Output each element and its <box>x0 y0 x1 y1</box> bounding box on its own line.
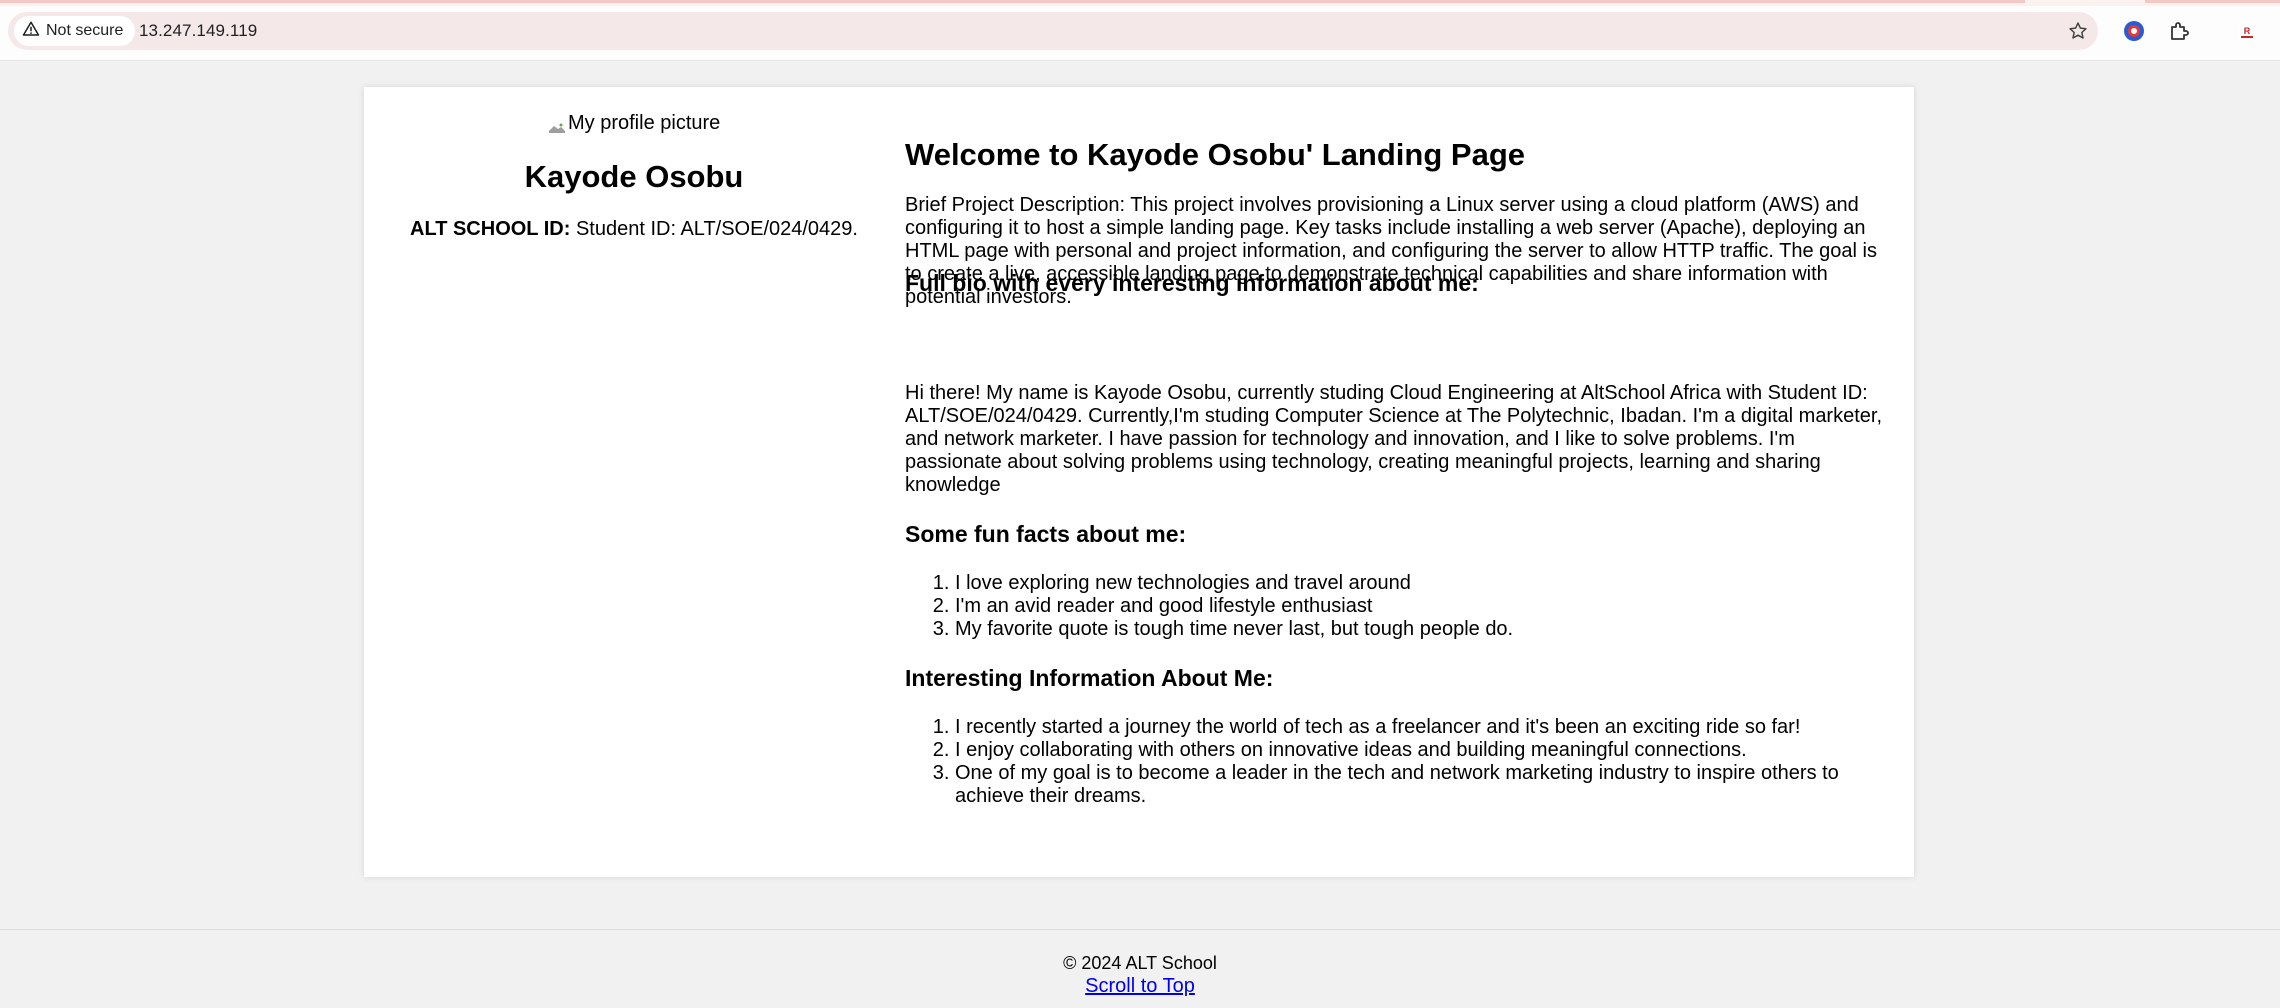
footer-scroll: Scroll to Top <box>0 975 2280 998</box>
info-heading: Interesting Information About Me: <box>905 665 1274 691</box>
list-item: My favorite quote is tough time never la… <box>955 618 1895 641</box>
url-text[interactable]: 13.247.149.119 <box>139 21 257 41</box>
profile-picture: My profile picture <box>548 111 720 135</box>
extension-globe-icon[interactable] <box>2121 18 2147 44</box>
list-item: I enjoy collaborating with others on inn… <box>955 739 1895 762</box>
bio-text: Hi there! My name is Kayode Osobu, curre… <box>905 382 1883 496</box>
facts-heading: Some fun facts about me: <box>905 521 1187 547</box>
scroll-to-top-link[interactable]: Scroll to Top <box>1085 975 1195 997</box>
security-label: Not secure <box>46 22 124 39</box>
student-id-value: Student ID: ALT/SOE/024/0429. <box>575 218 858 240</box>
profile-picture-alt: My profile picture <box>568 111 721 134</box>
info-list: I recently started a journey the world o… <box>905 716 1895 808</box>
bio-heading: Full bio with every interesting informat… <box>905 270 1479 296</box>
profile-name: Kayode Osobu <box>524 159 744 194</box>
list-item: One of my goal is to become a leader in … <box>955 762 1895 808</box>
student-id: ALT SCHOOL ID: Student ID: ALT/SOE/024/0… <box>364 218 904 241</box>
page-title: Welcome to Kayode Osobu' Landing Page <box>905 137 1525 172</box>
footer-copyright: © 2024 ALT School <box>1063 953 1217 973</box>
content-card: My profile picture Kayode Osobu ALT SCHO… <box>364 87 1914 877</box>
warning-icon <box>22 20 40 43</box>
facts-list: I love exploring new technologies and tr… <box>905 572 1895 641</box>
broken-image-icon <box>548 117 566 133</box>
extensions-puzzle-icon[interactable] <box>2166 18 2192 44</box>
address-bar[interactable]: Not secure 13.247.149.119 <box>8 12 2098 50</box>
list-item: I love exploring new technologies and tr… <box>955 572 1895 595</box>
site-security-chip[interactable]: Not secure <box>14 16 136 46</box>
svg-text:R: R <box>2244 26 2251 36</box>
star-icon[interactable] <box>2068 21 2088 41</box>
list-item: I recently started a journey the world o… <box>955 716 1895 739</box>
footer-divider <box>0 929 2280 930</box>
list-item: I'm an avid reader and good lifestyle en… <box>955 595 1895 618</box>
profile-icon[interactable]: R <box>2234 18 2260 44</box>
student-id-label: ALT SCHOOL ID: <box>410 218 571 240</box>
browser-toolbar: Not secure 13.247.149.119 R <box>0 6 2280 61</box>
